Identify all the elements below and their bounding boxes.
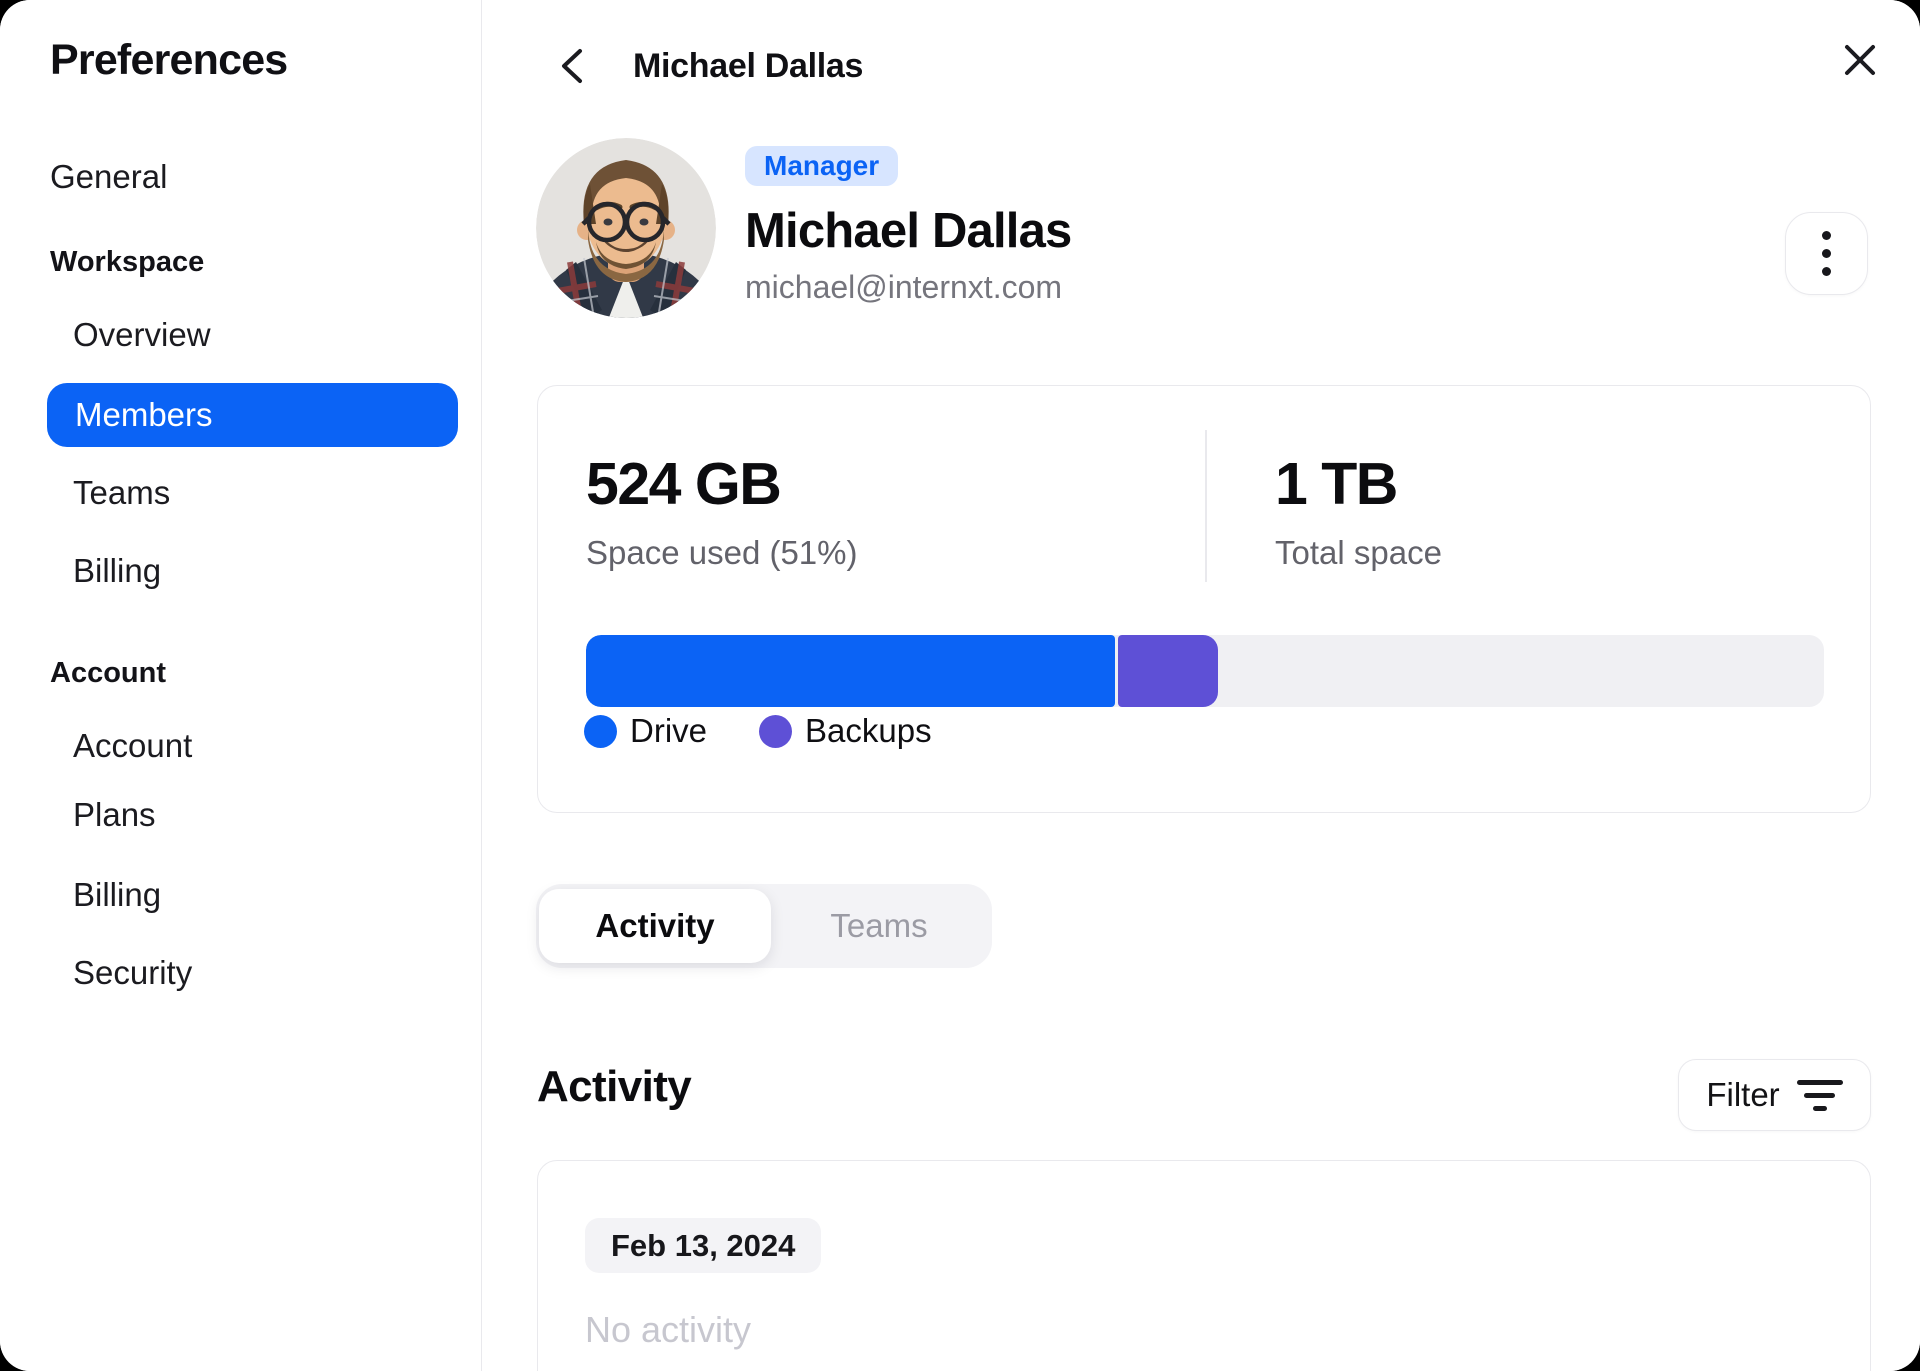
filter-icon <box>1796 1079 1843 1111</box>
sidebar-item-teams[interactable]: Teams <box>73 473 170 513</box>
sidebar-item-plans[interactable]: Plans <box>73 795 156 835</box>
sidebar-item-billing-account[interactable]: Billing <box>73 875 161 915</box>
sidebar-item-general[interactable]: General <box>50 157 167 197</box>
usage-legend: Drive Backups <box>584 712 932 750</box>
avatar <box>536 138 716 318</box>
sidebar-item-account[interactable]: Account <box>73 726 192 766</box>
member-options-button[interactable] <box>1785 212 1868 295</box>
close-icon <box>1845 45 1875 75</box>
detail-title: Michael Dallas <box>633 47 864 85</box>
backups-dot-icon <box>759 714 793 748</box>
back-button[interactable] <box>552 46 592 86</box>
preferences-window: Preferences General Workspace Overview M… <box>0 0 1920 1371</box>
sidebar-section-workspace: Workspace <box>50 246 205 278</box>
sidebar-item-security[interactable]: Security <box>73 953 192 993</box>
chevron-left-icon <box>562 49 582 83</box>
close-button[interactable] <box>1838 38 1882 82</box>
sidebar-section-account: Account <box>50 657 166 689</box>
space-used-label: Space used (51%) <box>586 534 858 571</box>
legend-item-backups: Backups <box>759 712 932 750</box>
total-space-label: Total space <box>1275 534 1442 571</box>
tab-teams[interactable]: Teams <box>772 889 986 963</box>
member-detail-panel: Michael Dallas Manager Michael Dallas mi… <box>482 0 1920 1371</box>
avatar-photo <box>536 138 716 318</box>
stat-divider <box>1205 430 1207 582</box>
total-space-value: 1 TB <box>1275 451 1398 517</box>
legend-backups-label: Backups <box>805 712 932 749</box>
role-badge: Manager <box>745 146 899 186</box>
storage-usage-card: 524 GB Space used (51%) 1 TB Total space… <box>537 385 1871 813</box>
filter-button[interactable]: Filter <box>1678 1059 1871 1131</box>
sidebar-item-members[interactable]: Members <box>47 383 458 447</box>
legend-item-drive: Drive <box>584 712 707 750</box>
empty-activity-text: No activity <box>585 1309 752 1350</box>
sidebar-item-billing-workspace[interactable]: Billing <box>73 551 161 591</box>
space-used-value: 524 GB <box>586 451 782 517</box>
filter-button-label: Filter <box>1706 1076 1780 1113</box>
detail-tabs: Activity Teams <box>536 884 992 968</box>
tab-activity[interactable]: Activity <box>539 889 771 963</box>
sidebar: Preferences General Workspace Overview M… <box>0 0 482 1371</box>
usage-bar-drive <box>586 635 1115 707</box>
member-name: Michael Dallas <box>745 204 1072 258</box>
activity-card: Feb 13, 2024 No activity <box>537 1160 1871 1371</box>
usage-progress-bar <box>586 635 1824 707</box>
date-badge: Feb 13, 2024 <box>585 1218 822 1273</box>
sidebar-item-overview[interactable]: Overview <box>73 315 211 355</box>
kebab-menu-icon <box>1822 231 1831 276</box>
usage-bar-backups <box>1117 635 1218 707</box>
activity-heading: Activity <box>537 1062 692 1111</box>
page-title: Preferences <box>50 36 288 84</box>
drive-dot-icon <box>584 714 617 748</box>
legend-drive-label: Drive <box>630 712 708 749</box>
member-email: michael@internxt.com <box>745 269 1063 305</box>
